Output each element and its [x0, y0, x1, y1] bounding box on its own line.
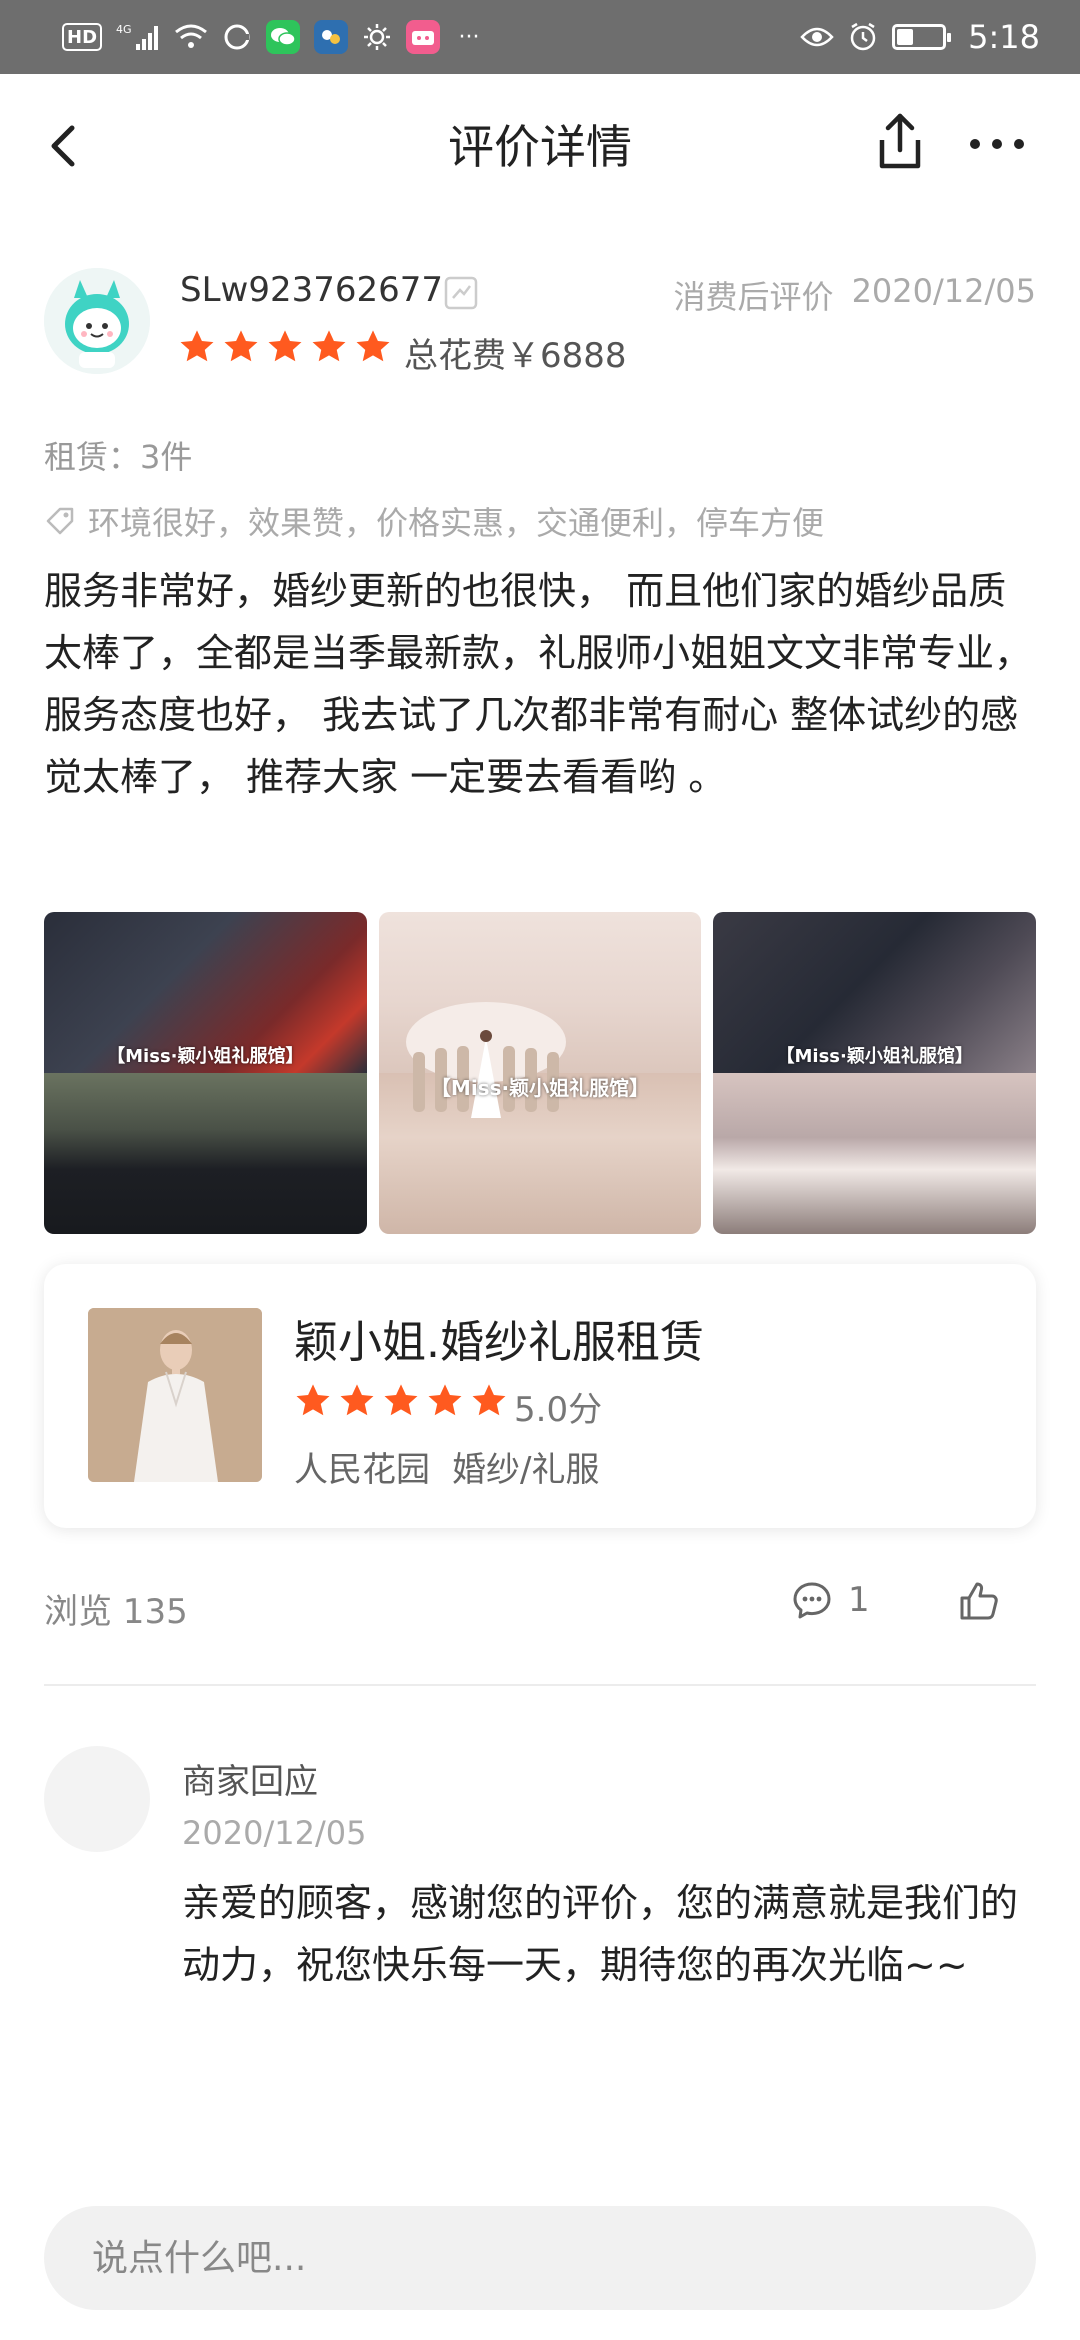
- nav-bar: 评价详情: [0, 74, 1080, 214]
- star-icon: [296, 1384, 330, 1416]
- shop-area: 人民花园: [294, 1450, 430, 1490]
- chevron-left-icon: [51, 125, 75, 167]
- star-icon: [472, 1384, 506, 1416]
- comment-button[interactable]: 1: [792, 1580, 870, 1620]
- alarm-icon: [848, 20, 878, 54]
- more-dots-icon: [970, 139, 1024, 149]
- star-icon: [268, 330, 302, 362]
- signal-label: 4G: [116, 23, 132, 36]
- shop-name: 颖小姐.婚纱礼服租赁: [294, 1317, 704, 1368]
- shop-card[interactable]: 颖小姐.婚纱礼服租赁 5.0分 人民花园 婚纱/礼服: [44, 1264, 1036, 1528]
- review-date: 2020/12/05: [851, 272, 1036, 310]
- merchant-avatar: [44, 1746, 150, 1852]
- comment-input[interactable]: [44, 2206, 1036, 2310]
- more-button[interactable]: [962, 114, 1032, 174]
- more-notifications-icon: ···: [458, 24, 480, 50]
- brightness-icon: [362, 20, 392, 54]
- status-left: HD 4G ···: [62, 20, 484, 54]
- photo-watermark: 【Miss·颖小姐礼服馆】: [776, 1046, 973, 1067]
- review-text: 服务非常好，婚纱更新的也很快， 而且他们家的婚纱品质太棒了，全都是当季最新款，礼…: [44, 569, 1033, 799]
- sync-icon: [222, 20, 252, 54]
- shop-info: 人民花园 婚纱/礼服: [294, 1442, 599, 1491]
- merchant-reply-date: 2020/12/05: [182, 1814, 367, 1852]
- app-icon: [314, 20, 349, 54]
- like-button[interactable]: [958, 1580, 1000, 1622]
- shop-score: 5.0分: [514, 1390, 603, 1430]
- bilibili-icon: [406, 20, 441, 54]
- divider: [44, 1684, 1036, 1686]
- star-icon: [180, 330, 214, 362]
- tags-text: 环境很好，效果赞，价格实惠，交通便利，停车方便: [88, 504, 825, 542]
- battery-icon: [892, 24, 952, 50]
- tag-icon: [44, 505, 76, 537]
- status-right: 5:18: [800, 18, 1040, 56]
- verified-badge-icon: [444, 276, 478, 310]
- hd-icon: HD: [62, 23, 103, 51]
- review-type: 消费后评价: [673, 278, 834, 316]
- photo-watermark: 【Miss·颖小姐礼服馆】: [430, 1076, 650, 1100]
- rental-count: 租赁：3件: [44, 438, 193, 476]
- merchant-reply-text: 亲爱的顾客，感谢您的评价，您的满意就是我们的动力，祝您快乐每一天，期待您的再次光…: [182, 1881, 1019, 1987]
- back-button[interactable]: [36, 110, 96, 180]
- user-name[interactable]: SLw923762677: [180, 270, 443, 310]
- wifi-icon: [174, 20, 208, 54]
- wechat-icon: [266, 20, 301, 54]
- review-meta: 消费后评价 2020/12/05: [674, 272, 1036, 318]
- merchant-reply-label: 商家回应: [182, 1762, 318, 1802]
- thumbs-up-icon: [960, 1582, 998, 1620]
- user-avatar[interactable]: [44, 268, 150, 374]
- page-title: 评价详情: [448, 120, 632, 174]
- avatar-image: [44, 268, 150, 374]
- photo-watermark: 【Miss·颖小姐礼服馆】: [107, 1046, 304, 1067]
- clock: 5:18: [968, 18, 1040, 56]
- star-icon: [312, 330, 346, 362]
- review-photo-1[interactable]: 【Miss·颖小姐礼服馆】: [44, 912, 367, 1234]
- view-count: 浏览 135: [44, 1592, 188, 1632]
- review-photo-2[interactable]: 【Miss·颖小姐礼服馆】: [378, 912, 702, 1234]
- signal-icon: 4G: [116, 20, 160, 54]
- battery-level: [897, 29, 913, 45]
- shop-rating-stars: [294, 1382, 508, 1420]
- share-button[interactable]: [868, 106, 932, 176]
- user-rating-stars: [178, 328, 392, 366]
- review-photo-3[interactable]: 【Miss·颖小姐礼服馆】: [713, 912, 1037, 1234]
- star-icon: [356, 330, 390, 362]
- share-icon: [879, 113, 921, 169]
- star-icon: [428, 1384, 462, 1416]
- status-bar: HD 4G ··· 5:18: [0, 0, 1080, 74]
- comment-count: 1: [848, 1580, 870, 1620]
- star-icon: [384, 1384, 418, 1416]
- review-tags: 环境很好，效果赞，价格实惠，交通便利，停车方便: [44, 498, 824, 544]
- comment-icon: [792, 1580, 832, 1620]
- total-cost: 总花费￥6888: [404, 336, 627, 376]
- star-icon: [340, 1384, 374, 1416]
- star-icon: [224, 330, 258, 362]
- shop-category: 婚纱/礼服: [452, 1450, 600, 1490]
- shop-model-image: [88, 1308, 262, 1482]
- eye-icon: [800, 20, 834, 54]
- photo-grid: 【Miss·颖小姐礼服馆】 【Miss·颖小姐礼服馆】 【Miss·颖小姐礼服馆…: [44, 912, 1037, 1234]
- shop-thumbnail: [88, 1308, 262, 1482]
